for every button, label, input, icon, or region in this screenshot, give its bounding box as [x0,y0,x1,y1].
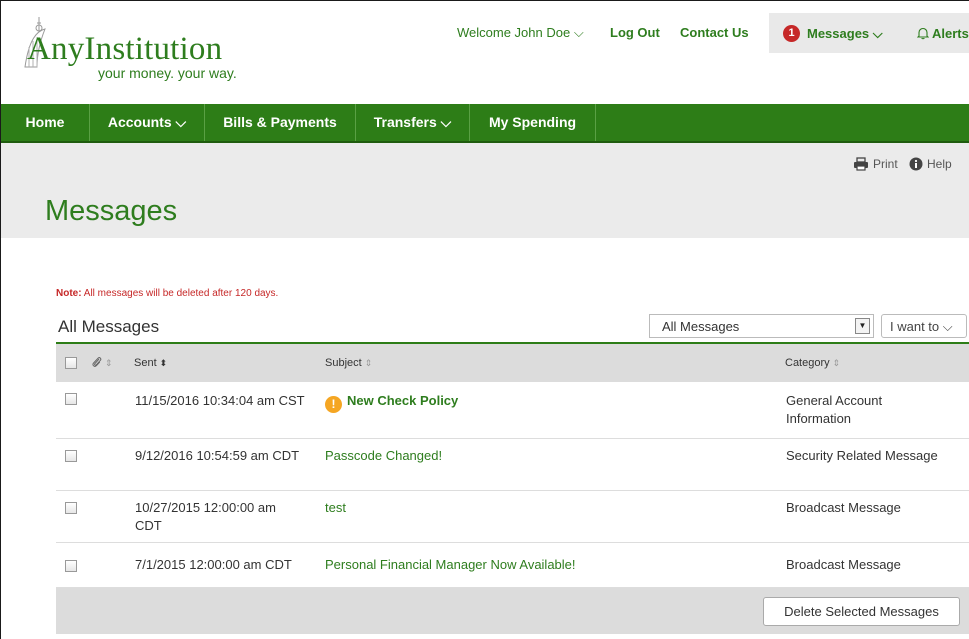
chevron-down-icon[interactable]: ▼ [855,318,870,334]
help-label: Help [927,157,952,171]
select-all-checkbox[interactable] [65,357,77,369]
category-sort-header[interactable]: Category ⇕ [785,357,840,369]
row-checkbox[interactable] [65,393,77,405]
welcome-menu[interactable]: Welcome John Doe ⌵ [457,25,584,41]
messages-alerts-area: 1 Messages ⌵ Alerts ⌵ [769,13,969,53]
message-subject-link[interactable]: ! New Check Policy [325,392,458,413]
message-subject-link[interactable]: Personal Financial Manager Now Available… [325,556,576,574]
printer-icon [854,157,868,171]
page-title: Messages [45,195,178,227]
sent-date: 11/15/2016 10:34:04 am CST [135,393,305,408]
category-header-label: Category [785,357,830,369]
logo-text: AnyInstitution [27,31,223,67]
table-row[interactable]: 7/1/2015 12:00:00 am CDT Personal Financ… [56,543,969,588]
alerts-menu[interactable]: Alerts ⌵ [916,26,969,42]
contact-us-link[interactable]: Contact Us [680,25,749,40]
message-subject-link[interactable]: test [325,499,346,517]
header: AnyInstitution your money. your way. Wel… [1,1,969,101]
delete-selected-button[interactable]: Delete Selected Messages [763,597,960,626]
list-title: All Messages [58,317,160,336]
filter-value: All Messages [662,319,740,334]
main-nav: Home Accounts ⌵ Bills & Payments Transfe… [1,104,969,143]
nav-accounts[interactable]: Accounts ⌵ [90,104,205,141]
urgent-warning-icon: ! [325,396,342,413]
category: Broadcast Message [786,500,901,515]
message-subject-link[interactable]: Passcode Changed! [325,447,442,465]
info-icon [909,157,923,171]
table-footer: Delete Selected Messages [56,588,969,634]
category: Security Related Message [786,448,938,463]
table-row[interactable]: 10/27/2015 12:00:00 am CDT test Broadcas… [56,491,969,543]
nav-bills-payments[interactable]: Bills & Payments [205,104,356,141]
bell-icon [916,27,930,40]
sent-sort-header[interactable]: Sent ⬍ [134,357,167,369]
alerts-label: Alerts ⌵ [932,26,969,41]
paperclip-icon [92,357,102,367]
nav-my-spending[interactable]: My Spending [470,104,596,141]
sent-date: 9/12/2016 10:54:59 am CDT [135,448,300,463]
print-label: Print [873,157,898,171]
row-checkbox[interactable] [65,560,77,572]
table-row[interactable]: 11/15/2016 10:34:04 am CST ! New Check Po… [56,382,969,439]
sort-desc-icon: ⬍ [159,358,168,368]
table-row[interactable]: 9/12/2016 10:54:59 am CDT Passcode Chang… [56,439,969,491]
logout-link[interactable]: Log Out [610,25,660,40]
sort-icon: ⇕ [105,358,113,368]
messages-count-badge: 1 [783,25,800,42]
sent-date: 7/1/2015 12:00:00 am CDT [135,557,292,572]
note-label: Note: [56,288,82,299]
subject-header-label: Subject [325,357,362,369]
row-checkbox[interactable] [65,450,77,462]
table-header: ⇕ Sent ⬍ Subject ⇕ Category ⇕ [56,342,969,382]
nav-home[interactable]: Home [1,104,90,141]
print-link[interactable]: Print [853,157,898,171]
logo[interactable]: AnyInstitution your money. your way. [15,9,255,89]
subject-sort-header[interactable]: Subject ⇕ [325,357,372,369]
help-link[interactable]: Help [909,157,952,171]
messages-menu[interactable]: Messages ⌵ [807,26,883,42]
note-text: All messages will be deleted after 120 d… [81,288,279,299]
attachment-sort-header[interactable]: ⇕ [91,355,113,369]
category: General Account Information [786,393,883,426]
sort-icon: ⇕ [364,358,373,368]
sent-header-label: Sent [134,357,157,369]
sent-date: 10/27/2015 12:00:00 am CDT [135,500,276,533]
sort-icon: ⇕ [832,358,841,368]
title-band: Print Help Messages [1,143,969,238]
nav-transfers[interactable]: Transfers ⌵ [356,104,470,141]
i-want-to-menu[interactable]: I want to ⌵ [881,314,967,338]
message-filter-select[interactable]: All Messages ▼ [649,314,874,338]
category: Broadcast Message [786,557,901,572]
logo-tagline: your money. your way. [98,65,237,81]
retention-note: Note: All messages will be deleted after… [56,288,278,299]
row-checkbox[interactable] [65,502,77,514]
subject-text: New Check Policy [347,393,459,408]
